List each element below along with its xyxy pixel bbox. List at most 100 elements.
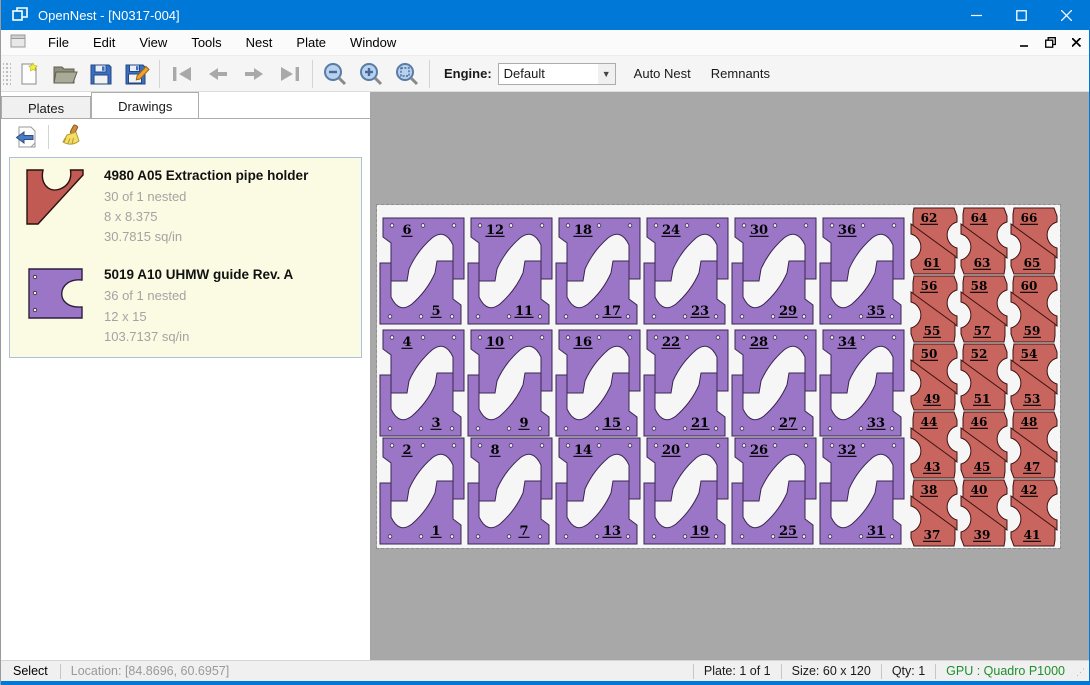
- zoom-fit-icon[interactable]: [389, 58, 425, 90]
- mdi-minimize-button[interactable]: [1011, 32, 1037, 54]
- nest-pair-purple[interactable]: 3231: [820, 438, 904, 544]
- status-gpu: GPU : Quadro P1000: [936, 664, 1075, 678]
- menu-window[interactable]: Window: [338, 31, 408, 54]
- go-last-icon[interactable]: [272, 58, 308, 90]
- mdi-close-button[interactable]: [1063, 32, 1089, 54]
- nest-pair-purple[interactable]: 3433: [820, 330, 904, 436]
- nest-part-number: 55: [924, 324, 941, 338]
- nest-pair-red[interactable]: 6059: [1011, 276, 1057, 342]
- status-qty: Qty: 1: [882, 664, 935, 678]
- nest-part-number: 49: [924, 392, 941, 406]
- nest-pair-purple[interactable]: 2827: [732, 330, 816, 436]
- close-button[interactable]: [1044, 0, 1089, 30]
- nest-pair-purple[interactable]: 1211: [468, 218, 552, 324]
- nest-part-number: 54: [1021, 347, 1038, 361]
- zoom-out-icon[interactable]: [317, 58, 353, 90]
- menu-edit[interactable]: Edit: [81, 31, 127, 54]
- nest-pair-red[interactable]: 6463: [961, 208, 1007, 274]
- tab-drawings[interactable]: Drawings: [91, 92, 199, 118]
- minimize-button[interactable]: [954, 0, 999, 30]
- nest-pair-red[interactable]: 48 47: [1011, 412, 1057, 478]
- nest-pair-purple[interactable]: 1817: [556, 218, 640, 324]
- nest-part-number: 56: [921, 279, 938, 293]
- nest-pair-red[interactable]: 6665: [1011, 208, 1057, 274]
- nest-pair-purple[interactable]: 2625: [732, 438, 816, 544]
- nest-pair-red[interactable]: 5049: [911, 344, 957, 410]
- nest-pair-red[interactable]: 6261: [911, 208, 957, 274]
- maximize-button[interactable]: [999, 0, 1044, 30]
- nest-part-number: 42: [1021, 483, 1038, 497]
- drawing-area: 30.7815 sq/in: [104, 227, 308, 247]
- toolbar-grip[interactable]: [3, 61, 11, 87]
- drawing-name: 5019 A10 UHMW guide Rev. A: [104, 267, 293, 282]
- nest-pair-purple[interactable]: 43: [380, 330, 464, 436]
- nest-part-number: 41: [1024, 528, 1041, 542]
- menu-view[interactable]: View: [127, 31, 179, 54]
- nest-part-number: 60: [1021, 279, 1038, 293]
- drawing-name: 4980 A05 Extraction pipe holder: [104, 168, 308, 183]
- nest-pair-red[interactable]: 4443: [911, 412, 957, 478]
- tab-plates[interactable]: Plates: [1, 96, 91, 118]
- menu-file[interactable]: File: [36, 31, 81, 54]
- nest-pair-red[interactable]: 5251: [961, 344, 1007, 410]
- nest-pair-purple[interactable]: 2423: [644, 218, 728, 324]
- auto-nest-button[interactable]: Auto Nest: [624, 60, 701, 87]
- save-icon[interactable]: [83, 58, 119, 90]
- drawing-thumbnail: [20, 168, 92, 247]
- nest-part-number: 52: [971, 347, 988, 361]
- nest-pair-purple[interactable]: 3635: [820, 218, 904, 324]
- nest-part-number: 38: [921, 483, 938, 497]
- nest-pair-purple[interactable]: 109: [468, 330, 552, 436]
- drawing-item[interactable]: 4980 A05 Extraction pipe holder30 of 1 n…: [10, 158, 361, 257]
- nest-pair-red[interactable]: 3837: [911, 480, 957, 546]
- nest-pair-purple[interactable]: 21: [380, 438, 464, 544]
- send-back-icon[interactable]: [9, 122, 43, 152]
- nest-pair-purple[interactable]: 2019: [644, 438, 728, 544]
- save-as-icon[interactable]: [119, 58, 155, 90]
- menu-bar: FileEditViewToolsNestPlateWindow: [1, 30, 1089, 56]
- go-previous-icon[interactable]: [200, 58, 236, 90]
- nest-part-number: 57: [974, 324, 991, 338]
- nest-pair-red[interactable]: 42 41: [1011, 480, 1057, 546]
- resize-grip[interactable]: ⋰: [1075, 661, 1089, 681]
- sidebar: PlatesDrawings 4980 A05 Extraction pipe …: [1, 92, 371, 660]
- nest-pair-purple[interactable]: 1413: [556, 438, 640, 544]
- nest-pair-purple[interactable]: 87: [468, 438, 552, 544]
- go-first-icon[interactable]: [164, 58, 200, 90]
- nest-part-number: 46: [971, 415, 988, 429]
- nest-part-number: 47: [1024, 460, 1041, 474]
- menu-nest[interactable]: Nest: [234, 31, 285, 54]
- plate-sheet[interactable]: 6512111817242330293635431091615222128273…: [377, 205, 1060, 548]
- chevron-down-icon[interactable]: ▼: [598, 64, 615, 84]
- nest-pair-purple[interactable]: 65: [380, 218, 464, 324]
- drawing-thumbnail: [20, 267, 92, 346]
- drawing-size: 8 x 8.375: [104, 207, 308, 227]
- app-window: OpenNest - [N0317-004] FileEditViewTools…: [0, 0, 1090, 685]
- menu-tools[interactable]: Tools: [179, 31, 233, 54]
- nest-pair-red[interactable]: 4039: [961, 480, 1007, 546]
- open-file-icon[interactable]: [47, 58, 83, 90]
- nest-pair-red[interactable]: 56 55: [911, 276, 957, 342]
- nest-pair-purple[interactable]: 1615: [556, 330, 640, 436]
- go-next-icon[interactable]: [236, 58, 272, 90]
- mdi-document-icon[interactable]: [10, 34, 26, 51]
- clean-broom-icon[interactable]: [54, 122, 88, 152]
- mdi-restore-button[interactable]: [1037, 32, 1063, 54]
- status-plate: Plate: 1 of 1: [694, 664, 781, 678]
- nest-pair-purple[interactable]: 2221: [644, 330, 728, 436]
- drawing-item[interactable]: 5019 A10 UHMW guide Rev. A36 of 1 nested…: [10, 257, 361, 356]
- menu-plate[interactable]: Plate: [284, 31, 338, 54]
- nest-pair-red[interactable]: 54 53: [1011, 344, 1057, 410]
- nest-part-number: 61: [924, 256, 941, 270]
- nest-pair-red[interactable]: 4645: [961, 412, 1007, 478]
- new-file-icon[interactable]: [11, 58, 47, 90]
- nest-part-number: 53: [1024, 392, 1041, 406]
- engine-selected-value: Default: [499, 66, 598, 81]
- remnants-button[interactable]: Remnants: [701, 60, 780, 87]
- nest-canvas[interactable]: 6512111817242330293635431091615222128273…: [371, 92, 1089, 660]
- nest-pair-red[interactable]: 5857: [961, 276, 1007, 342]
- nest-pair-purple[interactable]: 3029: [732, 218, 816, 324]
- nest-part-number: 48: [1021, 415, 1038, 429]
- engine-select[interactable]: Default ▼: [498, 63, 616, 85]
- zoom-in-icon[interactable]: [353, 58, 389, 90]
